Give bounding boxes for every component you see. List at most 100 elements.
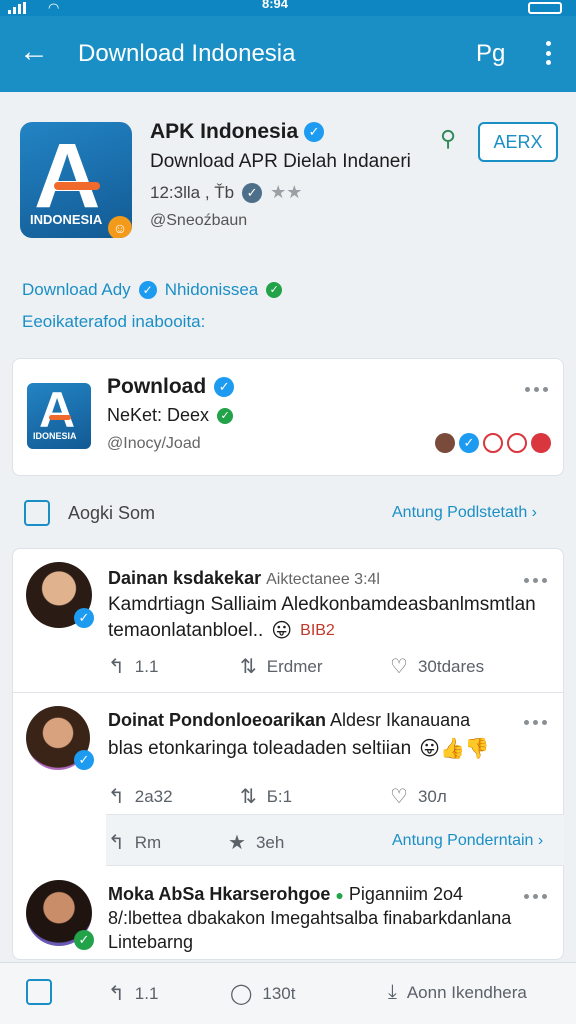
reply-icon: ↰	[108, 656, 125, 678]
bottom-link-action[interactable]: ⤓ Aonn Ikendhera	[388, 981, 527, 1004]
post-header: Doinat Pondonloeoarikan Aldesr Ikanauana	[108, 710, 470, 731]
verified-icon: ✓	[74, 608, 94, 628]
post-text-line2: Lintebarng	[108, 932, 194, 952]
featured-handle: @Inocy/Joad	[107, 435, 201, 452]
sub-star-action[interactable]: ★ 3eh	[228, 830, 284, 855]
more-vert-icon[interactable]	[536, 38, 560, 68]
app-name-row: APK Indonesia ✓	[150, 120, 325, 144]
bottom-nav: ↰ 1.1 ◯ 130t ⤓ Aonn Ikendhera	[0, 962, 576, 1024]
emoji-icon: 😛👍👎	[419, 738, 490, 760]
like-action[interactable]: ♡ 30tdares	[390, 654, 484, 679]
sub-link[interactable]: Antung Ponderntain	[392, 832, 533, 849]
bottom-reply-action[interactable]: ↰ 1.1	[108, 981, 158, 1006]
app-subtitle: Download APR Dielah Indaneri	[150, 151, 411, 172]
action-button[interactable]: AERX	[478, 122, 558, 162]
online-icon: ●	[335, 887, 344, 903]
post-time: Piganniim 2o4	[348, 884, 463, 904]
post-text-line2: temaonlatanbloel.. 😛 BIB2	[108, 619, 335, 643]
avatar-icon	[435, 433, 455, 453]
post-time: Aiktectanee 3:4l	[266, 571, 380, 588]
appbar-right-label[interactable]: Pg	[476, 40, 505, 68]
star-icon: ★★	[270, 182, 303, 202]
section-label: Aogki Som	[68, 503, 156, 523]
download-icon: ⤓	[388, 981, 397, 1003]
circle-icon	[483, 433, 503, 453]
heart-icon: ♡	[390, 656, 408, 678]
post-text: blas etonkaringa toleadaden seltiian	[108, 737, 412, 759]
signal-icon	[8, 2, 26, 14]
more-horiz-icon[interactable]	[524, 720, 547, 725]
share-action[interactable]: ⇅ Erdmer	[240, 654, 323, 679]
indonesia-link[interactable]: Nhidonissea	[165, 280, 259, 300]
chevron-right-icon: ›	[531, 504, 537, 521]
sub-link-row[interactable]: Antung Ponderntain ›	[392, 832, 543, 850]
featured-app-icon: A IDONESIA	[27, 383, 91, 449]
post-author[interactable]: Moka AbSa Hkarserohgoe	[108, 884, 330, 904]
verified-green-icon: ✓	[217, 407, 234, 424]
circle-icon	[507, 433, 527, 453]
badge-icon: ☺	[108, 216, 132, 238]
back-arrow-icon[interactable]: ←	[16, 34, 52, 70]
bottom-comments-action[interactable]: ◯ 130t	[230, 981, 295, 1006]
app-bar: ← Download Indonesia Pg	[0, 16, 576, 92]
featured-card[interactable]: A IDONESIA Pownload ✓ NeKet: Deex ✓ @Ino…	[12, 358, 564, 476]
featured-title-row: Pownload ✓	[107, 375, 235, 399]
app-meta-row: 12:3lla , Ťb ✓ ★★	[150, 182, 302, 203]
featured-subtitle-row: NeKet: Deex ✓	[107, 405, 234, 426]
battery-icon	[528, 2, 562, 14]
heart-icon: ♡	[390, 786, 408, 808]
post-author[interactable]: Doinat Pondonloeoarikan	[108, 710, 326, 730]
app-handle: @Sneoźbaun	[150, 212, 248, 229]
emoji-icon: 😛	[271, 620, 293, 642]
repost-icon: ⇅	[240, 656, 257, 678]
repost-icon: ⇅	[240, 786, 257, 808]
reply-action[interactable]: ↰ 1.1	[108, 654, 158, 679]
star-icon: ★	[228, 832, 246, 854]
post-text: 8/:lbettea dbakakon Imegahtsalba finabar…	[108, 908, 512, 928]
share-action[interactable]: ⇅ Б:1	[240, 784, 292, 809]
download-link[interactable]: Download Ady	[22, 280, 131, 300]
record-icon	[531, 433, 551, 453]
app-name: APK Indonesia	[150, 120, 299, 143]
reply-icon: ↰	[108, 983, 125, 1005]
comment-icon: ◯	[230, 983, 253, 1005]
verified-icon: ✓	[304, 122, 325, 143]
featured-title: Pownload	[107, 375, 207, 398]
reply-icon: ↰	[108, 832, 125, 854]
verified-icon: ✓	[138, 281, 157, 299]
reaction-icons: ✓	[435, 433, 551, 453]
post-author[interactable]: Dainan ksdakekar	[108, 568, 261, 588]
section-link-row[interactable]: Antung Podlstetath ›	[392, 504, 537, 522]
verified-green-icon: ✓	[266, 282, 283, 298]
page-title: Download Indonesia	[78, 40, 296, 67]
chevron-right-icon: ›	[537, 832, 544, 849]
post-header: Moka AbSa Hkarserohgoe ● Piganniim 2o4	[108, 884, 463, 905]
app-icon: A INDONESIA ☺	[20, 122, 132, 238]
verified-icon: ✓	[74, 750, 94, 770]
post-text: Kamdrtiagn Salliaim Aledkonbamdeasbanlms…	[108, 594, 536, 615]
featured-subtitle: NeKet: Deex	[107, 405, 210, 425]
verified-green-icon: ✓	[74, 930, 94, 950]
more-horiz-icon[interactable]	[524, 578, 547, 583]
reply-icon: ↰	[108, 786, 125, 808]
verified-icon: ✓	[459, 433, 479, 453]
search-icon[interactable]: ⚲	[440, 126, 456, 152]
verified-icon: ✓	[242, 182, 263, 203]
section-link[interactable]: Antung Podlstetath	[392, 504, 527, 521]
sub-reply-action[interactable]: ↰ Rm	[108, 830, 161, 855]
app-meta: 12:3lla , Ťb	[150, 182, 235, 202]
more-horiz-icon[interactable]	[524, 894, 547, 899]
post-text-row: blas etonkaringa toleadaden seltiian 😛👍👎	[108, 736, 490, 761]
status-bar: ◠ 8:94	[0, 0, 576, 16]
category-link[interactable]: Eeoikaterafod inabooita:	[22, 312, 205, 332]
verified-icon: ✓	[214, 377, 235, 397]
bag-icon[interactable]	[24, 500, 50, 526]
like-action[interactable]: ♡ 30л	[390, 784, 447, 809]
divider	[12, 692, 564, 693]
status-time: 8:94	[262, 0, 289, 11]
download-link-row[interactable]: Download Ady ✓ Nhidonissea ✓	[22, 280, 283, 300]
home-icon[interactable]	[26, 979, 52, 1005]
more-horiz-icon[interactable]	[525, 387, 548, 392]
wifi-icon: ◠	[48, 0, 60, 15]
reply-action[interactable]: ↰ 2a32	[108, 784, 173, 809]
